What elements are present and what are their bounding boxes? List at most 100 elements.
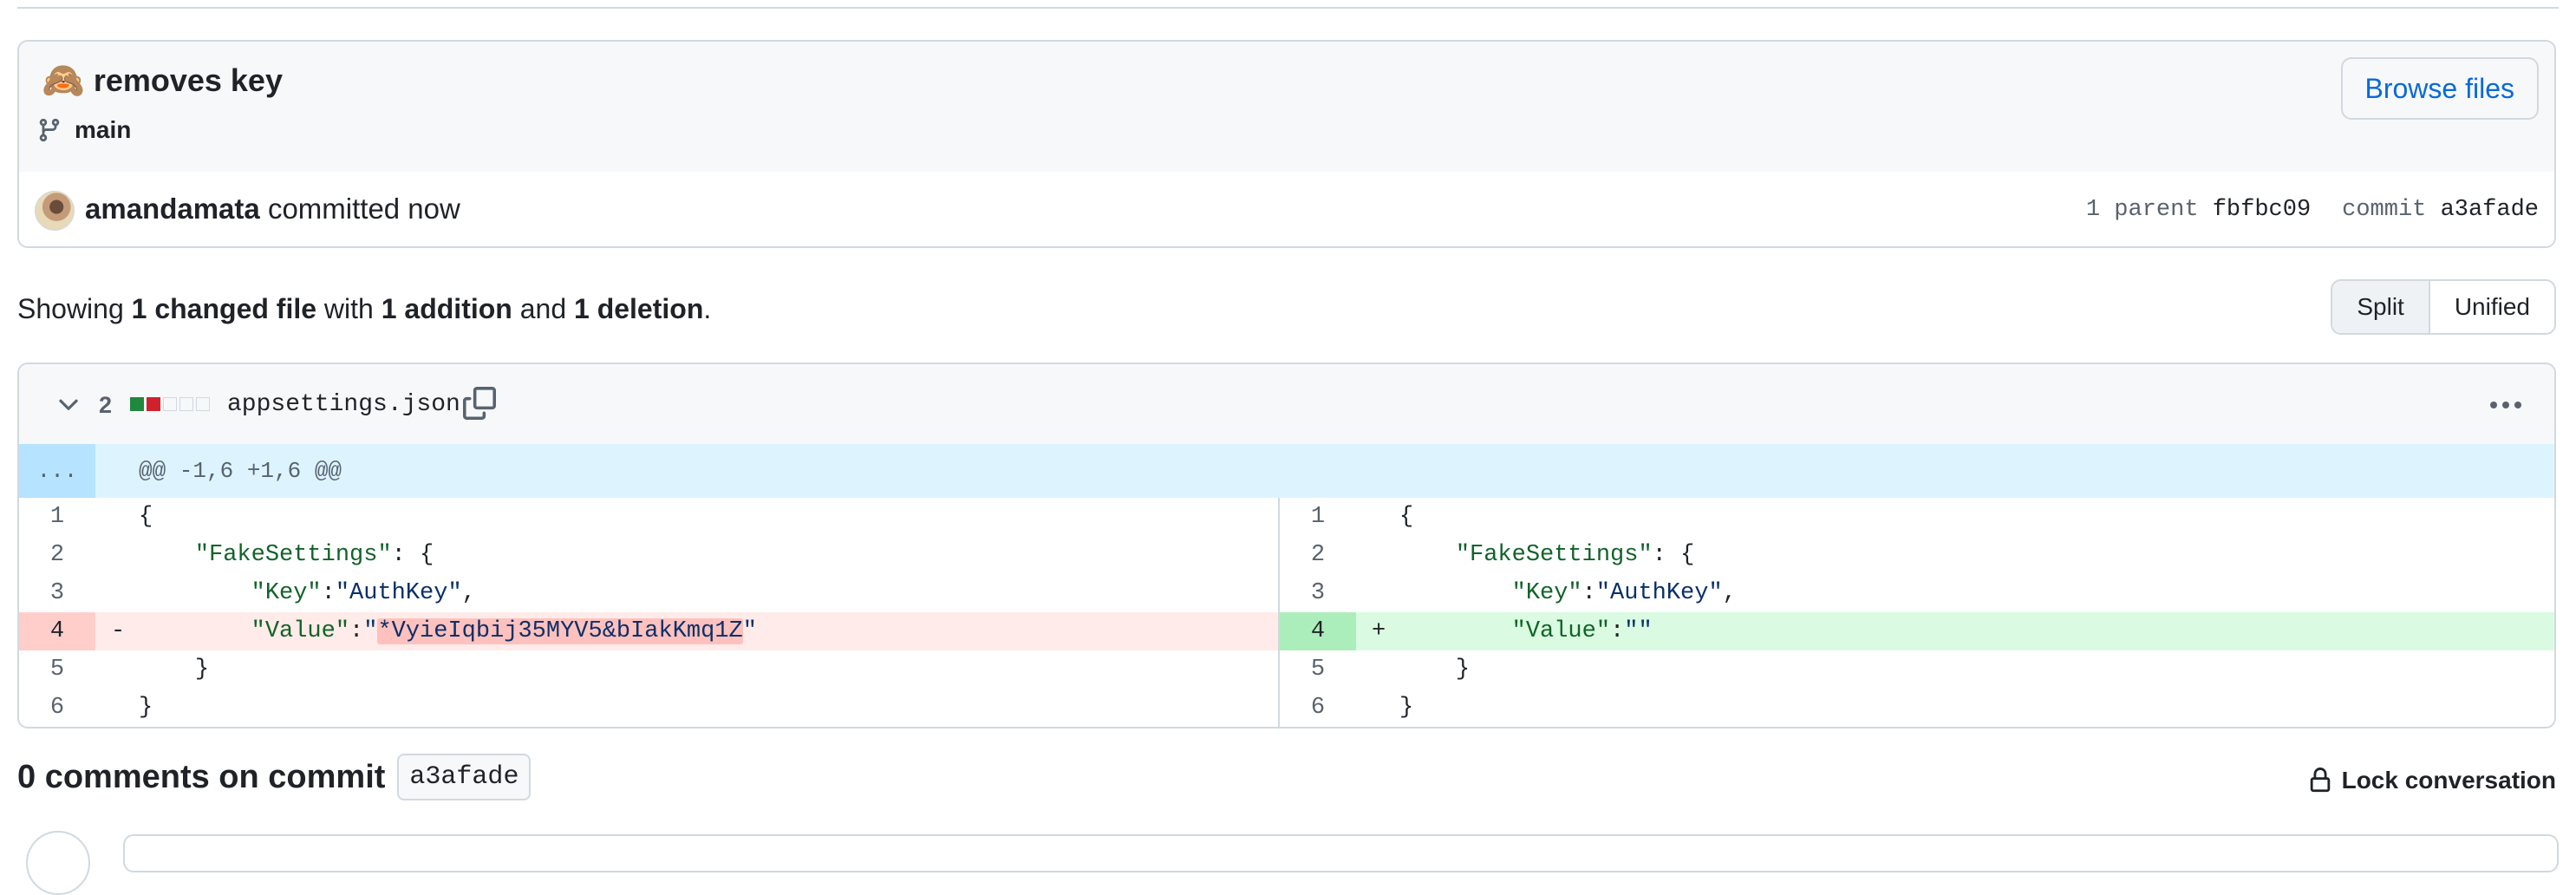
code-line: } (139, 689, 153, 727)
summary-additions: 1 addition (381, 293, 512, 324)
code-line: { (139, 498, 153, 536)
code-line: } (1399, 650, 1470, 689)
json-key: "FakeSettings" (1455, 542, 1653, 568)
code-line: "FakeSettings": { (139, 536, 434, 574)
json-punctuation: { (139, 504, 153, 530)
json-punctuation: : (1652, 542, 1666, 568)
right-diff-line: 3 "Key":"AuthKey", (1280, 574, 2554, 612)
code-line: { (1399, 498, 1413, 536)
json-punctuation: } (139, 695, 153, 721)
json-string: "AuthKey" (335, 580, 462, 606)
see-no-evil-monkey-emoji: 🙈 (42, 62, 85, 100)
json-punctuation: : (391, 542, 406, 568)
left-diff-line: 4- "Value":"*VyieIqbij35MYV5&bIakKmq1Z" (19, 612, 1278, 650)
code-line: } (1399, 689, 1413, 727)
summary-changed: 1 changed file (131, 293, 317, 324)
deletion-marker: - (111, 618, 126, 644)
top-divider (17, 7, 2559, 9)
commit-info: commit a3afade (2342, 193, 2539, 227)
browse-files-button[interactable]: Browse files (2340, 57, 2539, 120)
commit-sha-info: 1 parent fbfbc09 commit a3afade (2086, 193, 2539, 227)
json-key: "Value" (251, 618, 350, 644)
expand-hunk-button[interactable]: ... (19, 444, 95, 498)
line-number[interactable]: 6 (1280, 689, 1356, 727)
json-punctuation: } (194, 657, 210, 683)
parent-label: 1 parent (2085, 197, 2199, 223)
line-number[interactable]: 3 (1280, 574, 1356, 612)
comments-heading: 0 comments on commit a3afade (17, 753, 532, 801)
lock-conversation-button[interactable]: Lock conversation (2307, 761, 2556, 800)
commit-verb: committed now (267, 193, 460, 225)
diff-pane-right: 1{2 "FakeSettings": {3 "Key":"AuthKey", 4… (1280, 498, 2554, 727)
diffstat-neutral-square (163, 397, 177, 411)
commit-header: 🙈 removes key main Browse files amandama… (17, 40, 2556, 248)
summary-mid1: with (316, 293, 382, 324)
summary-prefix: Showing (17, 293, 132, 324)
avatar[interactable] (35, 191, 75, 231)
line-number[interactable]: 4 (19, 612, 95, 650)
hunk-header-row: ... @@ -1,6 +1,6 @@ (19, 444, 2554, 498)
json-punctuation: : (349, 618, 364, 644)
code-line: "Key":"AuthKey", (1399, 574, 1737, 612)
author-line: amandamata committed now (85, 186, 460, 232)
json-punctuation: : (1610, 618, 1625, 644)
diffstat-bar (130, 397, 210, 411)
json-punctuation: , (1722, 580, 1737, 606)
left-diff-line: 5 } (19, 650, 1278, 689)
file-diff: 2 appsettings.json ... @@ -1,6 +1,6 @@ 1… (17, 363, 2556, 728)
line-number[interactable]: 6 (19, 689, 95, 727)
file-name-link[interactable]: appsettings.json (227, 385, 460, 425)
summary-deletions: 1 deletion (574, 293, 704, 324)
json-string: "AuthKey" (1595, 580, 1723, 606)
comment-box[interactable] (123, 834, 2559, 872)
diff-pane-left: 1{2 "FakeSettings": {3 "Key":"AuthKey", 4… (19, 498, 1278, 727)
line-number[interactable]: 1 (19, 498, 95, 536)
left-diff-line: 6} (19, 689, 1278, 727)
line-number[interactable]: 5 (19, 650, 95, 689)
diff-view-toggle: Split Unified (2331, 279, 2556, 335)
right-diff-line: 6} (1280, 689, 2554, 727)
diff-summary: Showing 1 changed file with 1 addition a… (17, 288, 711, 330)
summary-mid2: and (512, 293, 574, 324)
line-number[interactable]: 4 (1280, 612, 1356, 650)
change-count: 2 (99, 392, 113, 418)
unified-view-button[interactable]: Unified (2430, 281, 2554, 333)
parent-info: 1 parent fbfbc09 (2086, 193, 2311, 227)
json-key: "Key" (251, 580, 322, 606)
line-number[interactable]: 5 (1280, 650, 1356, 689)
right-diff-line: 4 + "Value":"" (1280, 612, 2554, 650)
author-link[interactable]: amandamata (85, 193, 260, 225)
code-line: "Value":"" (1399, 612, 1653, 650)
comments-title: 0 comments on commit (17, 759, 386, 795)
branch-link[interactable]: main (36, 116, 131, 144)
git-branch-icon (39, 118, 60, 142)
lock-conversation-label: Lock conversation (2341, 767, 2556, 794)
commit-label: commit (2342, 197, 2427, 223)
right-diff-line: 5 } (1280, 650, 2554, 689)
branch-name: main (75, 116, 132, 143)
line-number[interactable]: 3 (19, 574, 95, 612)
diffstat-addition-square (130, 397, 144, 411)
json-punctuation: , (461, 580, 476, 606)
right-diff-line: 1{ (1280, 498, 2554, 536)
chevron-down-icon[interactable] (54, 390, 83, 420)
json-key: "Value" (1511, 618, 1611, 644)
left-diff-line: 2 "FakeSettings": { (19, 536, 1278, 574)
hunk-header: @@ -1,6 +1,6 @@ (139, 458, 342, 484)
json-punctuation: : (1581, 580, 1596, 606)
lock-icon (2310, 768, 2330, 793)
copy-icon[interactable] (463, 387, 496, 420)
line-number[interactable]: 2 (1280, 536, 1356, 574)
json-punctuation: : (321, 580, 336, 606)
code-line: "Value":"*VyieIqbij35MYV5&bIakKmq1Z" (139, 612, 757, 650)
line-number[interactable]: 2 (19, 536, 95, 574)
commit-meta: amandamata committed now 1 parent fbfbc0… (19, 172, 2554, 246)
split-view-button[interactable]: Split (2332, 281, 2430, 333)
deleted-secret-highlight: *VyieIqbij35MYV5&bIakKmq1Z (377, 618, 743, 644)
json-key: "Key" (1511, 580, 1582, 606)
json-string: "" (1624, 618, 1653, 644)
line-number[interactable]: 1 (1280, 498, 1356, 536)
left-diff-line: 3 "Key":"AuthKey", (19, 574, 1278, 612)
parent-sha-link[interactable]: fbfbc09 (2213, 197, 2311, 223)
kebab-horizontal-icon[interactable] (2487, 392, 2525, 418)
